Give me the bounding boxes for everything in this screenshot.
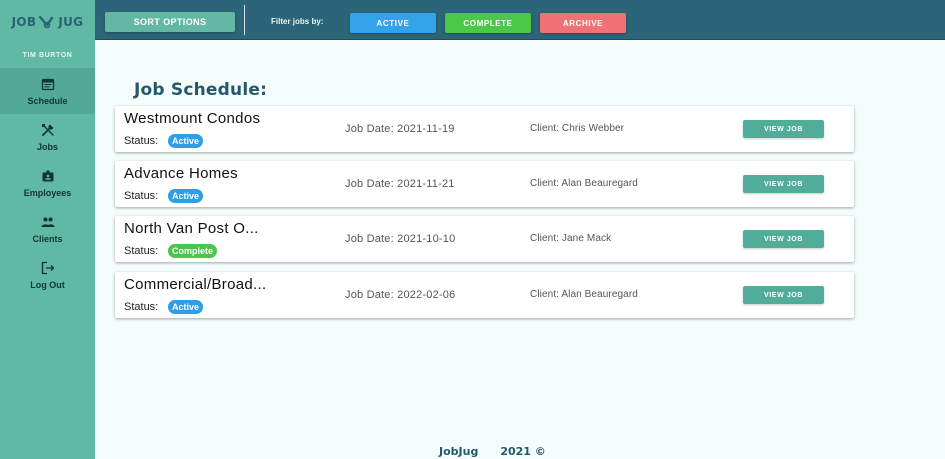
page-title: Job Schedule: [134,80,268,100]
wrench-hook-icon [39,15,54,29]
sidebar-item-clients[interactable]: Clients [0,206,95,252]
toolbar-divider [244,5,245,35]
calendar-icon [41,78,54,90]
job-name: Commercial/Broad... [124,276,267,293]
user-name: TIM BURTON [22,52,73,59]
sidebar-item-logout[interactable]: Log Out [0,252,95,298]
sidebar: JOB JUG TIM BURTON Schedule Jobs Employe… [0,0,95,459]
job-name: Advance Homes [124,165,238,182]
filter-label: Filter jobs by: [271,17,324,26]
job-client: Client: Chris Webber [530,123,625,134]
filter-complete-button[interactable]: COMPLETE [445,13,531,33]
footer-brand: JobJug [439,445,479,458]
sidebar-item-label: Log Out [30,279,65,290]
status-label: Status: [124,135,159,147]
job-client: Client: Alan Beauregard [530,178,638,189]
sidebar-item-schedule[interactable]: Schedule [0,68,95,114]
sidebar-item-label: Schedule [27,95,68,106]
status-badge: Complete [168,244,218,258]
app-logo[interactable]: JOB JUG [0,0,95,44]
status-badge: Active [168,134,204,148]
sort-options-button[interactable]: SORT OPTIONS [105,12,235,32]
view-job-button[interactable]: VIEW JOB [743,230,824,248]
footer: JobJug 2021 © [439,445,546,458]
logout-icon [41,261,54,274]
logo-text-right: JUG [58,15,84,29]
status-badge: Active [168,300,204,314]
view-job-button[interactable]: VIEW JOB [743,120,824,138]
job-name: North Van Post O... [124,220,259,237]
view-job-button[interactable]: VIEW JOB [743,175,824,193]
status-label: Status: [124,301,159,313]
job-client: Client: Jane Mack [530,233,612,244]
sidebar-item-label: Employees [23,187,72,198]
status-label: Status: [124,190,159,202]
filter-archive-button[interactable]: ARCHIVE [540,13,626,33]
badge-icon [42,170,53,181]
sidebar-item-label: Clients [32,233,63,244]
job-name: Westmount Condos [124,110,261,127]
job-date: Job Date: 2021-11-21 [345,178,455,190]
job-client: Client: Alan Beauregard [530,289,638,300]
filter-active-button[interactable]: ACTIVE [350,13,436,33]
view-job-button[interactable]: VIEW JOB [743,286,824,304]
job-date: Job Date: 2022-02-06 [345,289,456,301]
logo-text-left: JOB [11,15,37,29]
status-label: Status: [124,245,159,257]
job-card: Commercial/Broad... Status: Active Job D… [115,272,854,318]
sidebar-item-employees[interactable]: Employees [0,160,95,206]
people-icon [41,217,54,227]
sidebar-item-jobs[interactable]: Jobs [0,114,95,160]
job-date: Job Date: 2021-10-10 [345,233,456,245]
status-badge: Active [168,189,204,203]
job-card: Advance Homes Status: Active Job Date: 2… [115,161,854,207]
job-card: Westmount Condos Status: Active Job Date… [115,106,854,152]
sidebar-item-label: Jobs [36,141,58,152]
tools-icon [41,123,54,136]
job-date: Job Date: 2021-11-19 [345,123,455,135]
top-toolbar: SORT OPTIONS Filter jobs by: ACTIVE COMP… [95,0,945,40]
footer-year: 2021 © [500,445,546,458]
job-card: North Van Post O... Status: Complete Job… [115,216,854,262]
